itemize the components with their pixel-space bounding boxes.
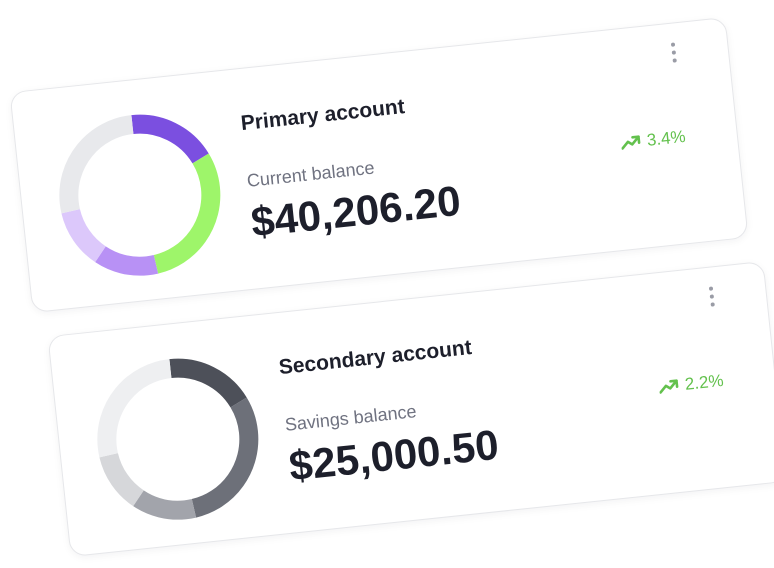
balance-change-value: 2.2% — [683, 370, 725, 394]
balance-change: 3.4% — [620, 127, 686, 154]
primary-donut-svg — [59, 114, 221, 276]
secondary-donut-svg — [97, 358, 259, 520]
accounts-stage: Primary account Current balance $40,206.… — [0, 0, 774, 568]
secondary-balance-donut-chart — [88, 349, 268, 529]
trending-up-icon — [620, 135, 641, 151]
primary-balance-donut-chart — [50, 105, 230, 285]
balance-change: 2.2% — [658, 371, 724, 398]
account-title: Primary account — [239, 95, 406, 136]
more-vertical-icon[interactable] — [663, 39, 686, 67]
account-title: Secondary account — [277, 336, 473, 380]
secondary-account-card[interactable]: Secondary account Savings balance $25,00… — [47, 260, 774, 558]
balance-change-value: 3.4% — [645, 126, 687, 150]
trending-up-icon — [658, 379, 679, 395]
more-vertical-icon[interactable] — [701, 283, 724, 311]
primary-account-card[interactable]: Primary account Current balance $40,206.… — [9, 16, 749, 314]
